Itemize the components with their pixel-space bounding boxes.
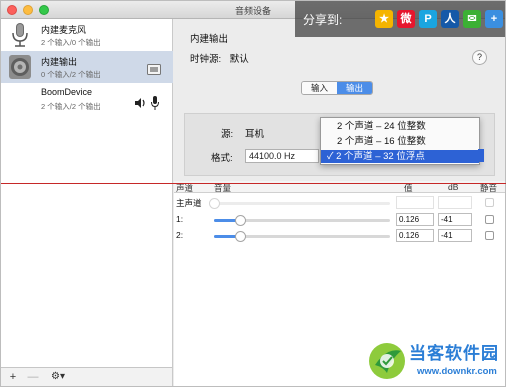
speaker-output-icon [135,98,145,108]
device-item-builtin-mic[interactable]: 内建麦克风 2 个输入/0 个输出 [1,19,173,51]
speaker-icon [9,55,31,79]
format-option[interactable]: 2 个声道 – 16 位整数 [321,135,479,148]
source-label: 源: [221,129,234,140]
watermark-title: 当客软件园 [409,344,499,363]
device-name: BoomDevice [41,87,93,97]
gear-menu-button[interactable]: ⚙▾ [45,370,71,384]
volume-slider-knob[interactable] [235,231,247,242]
clock-source: 时钟源: 默认 [190,51,249,65]
help-button[interactable]: ? [472,50,487,65]
format-option[interactable]: 2 个声道 – 24 位整数 [321,120,479,133]
device-channels: 2 个输入/0 个输出 [41,38,101,47]
channel-row: 1: 0.126 -41 [174,212,505,228]
device-item-boomdevice[interactable]: BoomDevice 2 个输入/2 个输出 [1,83,173,115]
db-field [438,196,472,209]
tab-input[interactable]: 输入 [302,82,338,94]
channel-row: 主声道 [174,195,505,211]
tencent-icon[interactable]: P [419,10,437,28]
share-label: 分享到: [303,13,343,27]
device-name: 内建麦克风 [41,25,87,35]
dropdown-arrow-icon [478,149,484,162]
microphone-icon [12,23,28,47]
io-segmented-control: 输入 输出 [301,81,374,95]
sample-rate-select[interactable]: 44100.0 Hz [245,149,319,163]
audio-devices-window: 音频设备 内建麦克风 2 个输入/0 个输出 内建输出 0 个输入/2 个输出 [0,0,506,387]
format-dropdown-menu: 2 个声道 – 24 位整数 2 个声道 – 16 位整数 ✓ 2 个声道 – … [320,117,480,165]
value-field[interactable]: 0.126 [396,213,434,226]
clock-source-label: 时钟源: [190,54,222,65]
value-field [396,196,434,209]
weibo-icon[interactable]: 微 [397,10,415,28]
site-logo-icon [369,343,405,379]
site-watermark: 当客软件园 www.downkr.com [367,339,506,387]
device-channels: 0 个输入/2 个输出 [41,70,101,79]
add-device-button[interactable]: + [5,370,21,384]
tab-output[interactable]: 输出 [337,82,373,94]
annotation-line [1,183,506,184]
volume-slider-knob [209,198,220,209]
device-detail-pane: 内建输出 时钟源: 默认 ? 输入 输出 源: 耳机 格式: 44100.0 H… [174,19,505,386]
watermark-url: www.downkr.com [417,366,497,377]
screen-device-icon [147,64,161,75]
remove-device-button[interactable]: — [25,370,41,384]
mute-checkbox [485,198,494,207]
microphone-input-icon [151,96,159,110]
device-list: 内建麦克风 2 个输入/0 个输出 内建输出 0 个输入/2 个输出 BoomD… [1,19,173,367]
mute-checkbox[interactable] [485,231,494,240]
channel-name: 2: [176,230,184,240]
channel-name: 主声道 [176,198,202,208]
device-list-toolbar: + — ⚙▾ [1,367,173,386]
mute-checkbox[interactable] [485,215,494,224]
format-option-selected[interactable]: ✓ 2 个声道 – 32 位浮点 [321,150,479,163]
clock-source-value[interactable]: 默认 [230,54,249,65]
more-icon[interactable]: + [485,10,503,28]
device-channels: 2 个输入/2 个输出 [41,102,101,111]
device-item-builtin-output[interactable]: 内建输出 0 个输入/2 个输出 [1,51,173,83]
channel-name: 1: [176,214,184,224]
channel-row: 2: 0.126 -41 [174,228,505,244]
qzone-icon[interactable]: ★ [375,10,393,28]
format-label: 格式: [211,153,233,164]
renren-icon[interactable]: 人 [441,10,459,28]
db-field[interactable]: -41 [438,213,472,226]
device-title: 内建输出 [190,34,229,45]
share-bar: 分享到: ★ 微 P 人 ✉ + [295,1,505,37]
volume-slider-knob[interactable] [235,215,247,226]
wechat-icon[interactable]: ✉ [463,10,481,28]
value-field[interactable]: 0.126 [396,229,434,242]
db-field[interactable]: -41 [438,229,472,242]
device-name: 内建输出 [41,57,78,67]
source-value: 耳机 [245,129,265,140]
volume-slider [214,202,390,205]
